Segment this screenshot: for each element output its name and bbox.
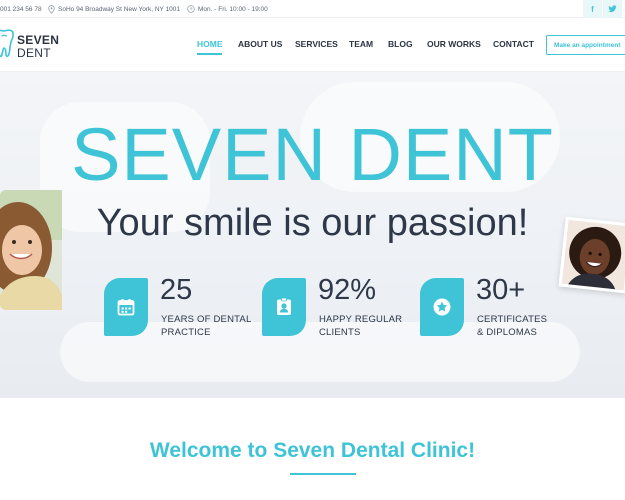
clock-icon	[187, 5, 195, 13]
phone-info: 001 234 56 78	[0, 0, 42, 18]
stat-caption: CERTIFICATES & DIPLOMAS	[477, 314, 547, 340]
stat-caption-line1: YEARS OF DENTAL	[161, 314, 252, 325]
welcome-heading: Welcome to Seven Dental Clinic!	[149, 439, 476, 462]
nav-blog[interactable]: BLOG	[388, 39, 413, 49]
nav-home[interactable]: HOME	[197, 39, 223, 49]
welcome-underline	[290, 473, 356, 475]
tooth-icon	[0, 28, 14, 65]
nav-our-works[interactable]: OUR WORKS	[427, 39, 481, 49]
top-info-bar: 001 234 56 78 SoHo 94 Broadway St New Yo…	[0, 0, 625, 18]
stat-caption-line2: & DIPLOMAS	[477, 326, 538, 338]
hero-section: SEVEN DENT Your smile is our passion! 25…	[0, 72, 625, 398]
address-info: SoHo 94 Broadway St New York, NY 1001	[48, 0, 180, 18]
stat-caption: HAPPY REGULAR CLIENTS	[319, 314, 402, 340]
stat-caption-line2: PRACTICE	[161, 326, 211, 338]
stat-caption-line2: CLIENTS	[319, 326, 361, 338]
twitter-icon[interactable]	[603, 0, 622, 18]
stat-caption-line1: HAPPY REGULAR	[319, 314, 403, 325]
hero-subtitle: Your smile is our passion!	[96, 202, 529, 244]
stat-caption-line1: CERTIFICATES	[477, 314, 548, 325]
logo-text-line1: SEVEN	[17, 32, 60, 47]
hours-info: Mon. - Fri. 10:00 - 19:00	[187, 0, 268, 18]
site-logo[interactable]: SEVEN DENT	[0, 28, 59, 64]
nav-contact[interactable]: CONTACT	[493, 39, 534, 49]
stat-number: 92%	[318, 274, 377, 306]
nav-about-us[interactable]: ABOUT US	[238, 39, 282, 49]
hours-text: Mon. - Fri. 10:00 - 19:00	[198, 5, 268, 13]
location-pin-icon	[48, 4, 55, 14]
nav-team[interactable]: TEAM	[349, 39, 373, 49]
stat-number: 25	[160, 274, 193, 306]
hero-title: SEVEN DENT	[71, 113, 554, 196]
logo-text-line2: DENT	[17, 45, 51, 60]
star-icon	[420, 278, 464, 336]
calendar-icon	[104, 278, 148, 336]
make-appointment-button[interactable]: Make an appointment	[546, 35, 625, 55]
active-nav-underline	[197, 53, 222, 55]
id-badge-icon	[262, 278, 306, 336]
phone-number: 001 234 56 78	[0, 5, 42, 13]
stat-caption: YEARS OF DENTAL PRACTICE	[161, 314, 251, 340]
address-text: SoHo 94 Broadway St New York, NY 1001	[58, 5, 181, 13]
main-header: SEVEN DENT HOME ABOUT US SERVICES TEAM B…	[0, 18, 625, 72]
facebook-icon[interactable]: f	[583, 0, 602, 18]
stat-number: 30+	[476, 274, 526, 306]
nav-services[interactable]: SERVICES	[295, 39, 338, 49]
